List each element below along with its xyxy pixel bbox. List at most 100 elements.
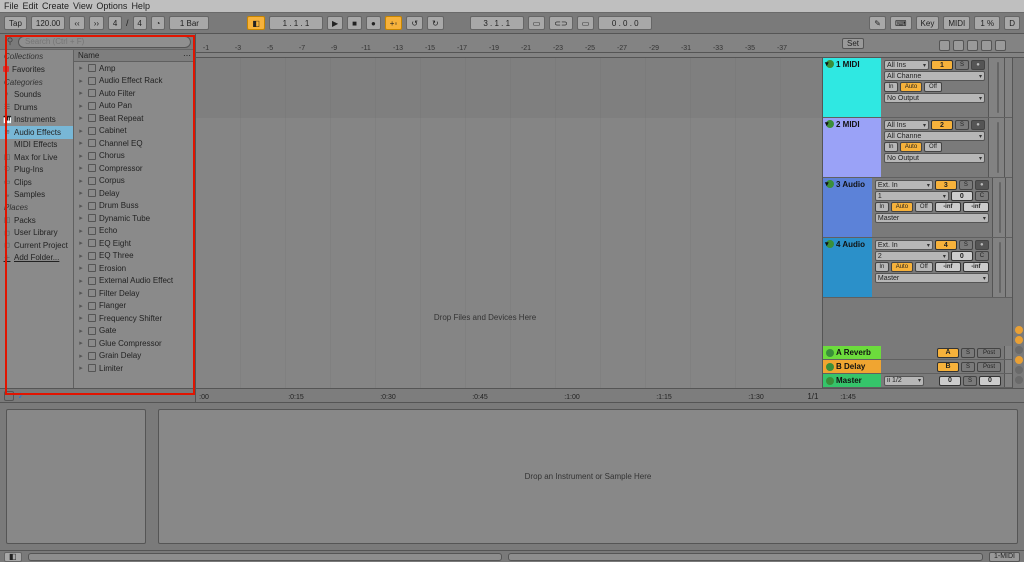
- expand-icon[interactable]: [77, 214, 85, 222]
- arrangement-grid[interactable]: Drop Files and Devices Here: [196, 58, 822, 388]
- expand-icon[interactable]: [77, 314, 85, 322]
- expand-icon[interactable]: [77, 189, 85, 197]
- key-map-button[interactable]: Key: [916, 16, 940, 30]
- io-dropdown[interactable]: 1: [875, 191, 949, 201]
- track-grip[interactable]: [1004, 58, 1012, 117]
- play-button[interactable]: ▶: [327, 16, 343, 30]
- device-cabinet[interactable]: Cabinet: [74, 125, 195, 138]
- expand-icon[interactable]: [77, 289, 85, 297]
- volume-meter[interactable]: [988, 58, 1004, 117]
- menu-create[interactable]: Create: [42, 1, 69, 11]
- device-compressor[interactable]: Compressor: [74, 162, 195, 175]
- loop-button[interactable]: ⊂⊃: [549, 16, 572, 30]
- volume-meter[interactable]: [992, 238, 1005, 297]
- place-add-folder[interactable]: ＋Add Folder...: [0, 252, 73, 265]
- device-amp[interactable]: Amp: [74, 62, 195, 75]
- place-packs[interactable]: ◫Packs: [0, 214, 73, 227]
- expand-icon[interactable]: [77, 202, 85, 210]
- punch-in-button[interactable]: ▭: [528, 16, 546, 30]
- timeline-ruler[interactable]: Set -1-3-5-7-9-11-13-15-17-19-21-23-25-2…: [196, 34, 1024, 58]
- menu-file[interactable]: File: [4, 1, 19, 11]
- track-grip[interactable]: [1005, 178, 1012, 237]
- locator-set-icon[interactable]: [953, 40, 964, 51]
- tempo-field[interactable]: 120.00: [31, 16, 65, 30]
- device-flanger[interactable]: Flanger: [74, 300, 195, 313]
- arm-button[interactable]: ●: [971, 120, 985, 130]
- track-header[interactable]: ▾2 MIDI: [823, 118, 881, 177]
- expand-icon[interactable]: [77, 327, 85, 335]
- category-plugins[interactable]: ⎋Plug-Ins: [0, 164, 73, 177]
- device-corpus[interactable]: Corpus: [74, 175, 195, 188]
- track-number[interactable]: 3: [935, 180, 957, 190]
- solo-button[interactable]: S: [955, 120, 969, 130]
- mixer-toggle-icon[interactable]: [1015, 356, 1023, 364]
- expand-icon[interactable]: [77, 302, 85, 310]
- device-dynamic-tube[interactable]: Dynamic Tube: [74, 212, 195, 225]
- monitor-auto[interactable]: Auto: [900, 142, 922, 152]
- io-dropdown[interactable]: Ext. In: [875, 240, 933, 250]
- category-samples[interactable]: ∿Samples: [0, 189, 73, 202]
- device-eq-eight[interactable]: EQ Eight: [74, 237, 195, 250]
- device-gate[interactable]: Gate: [74, 325, 195, 338]
- return-header[interactable]: B Delay: [823, 360, 881, 373]
- menu-view[interactable]: View: [73, 1, 92, 11]
- expand-icon[interactable]: [77, 139, 85, 147]
- expand-icon[interactable]: [77, 239, 85, 247]
- category-audio-effects[interactable]: ≋Audio Effects: [0, 126, 73, 139]
- track-number[interactable]: 2: [931, 120, 953, 130]
- menu-options[interactable]: Options: [96, 1, 127, 11]
- loop-start[interactable]: 3 . 1 . 1: [470, 16, 524, 30]
- automation-mode-icon[interactable]: [981, 40, 992, 51]
- send-a-val[interactable]: -inf: [935, 262, 961, 272]
- device-grain-delay[interactable]: Grain Delay: [74, 350, 195, 363]
- io-dropdown[interactable]: Master: [875, 273, 989, 283]
- monitor-off[interactable]: Off: [924, 142, 942, 152]
- expand-icon[interactable]: [77, 127, 85, 135]
- post-button[interactable]: Post: [977, 362, 1001, 372]
- expand-icon[interactable]: [77, 64, 85, 72]
- record-button[interactable]: ●: [366, 16, 381, 30]
- return-number[interactable]: B: [937, 362, 959, 372]
- monitor-auto[interactable]: Auto: [891, 202, 913, 212]
- expand-icon[interactable]: [77, 277, 85, 285]
- send-c[interactable]: C: [975, 191, 989, 201]
- expand-icon[interactable]: [77, 114, 85, 122]
- monitor-auto[interactable]: Auto: [900, 82, 922, 92]
- follow-button[interactable]: ◧: [247, 16, 265, 30]
- midi-map-button[interactable]: MIDI: [943, 16, 970, 30]
- io-dropdown[interactable]: All Channe: [884, 71, 985, 81]
- device-channel-eq[interactable]: Channel EQ: [74, 137, 195, 150]
- stop-button[interactable]: ■: [347, 16, 362, 30]
- menu-help[interactable]: Help: [131, 1, 150, 11]
- groove-pool-button[interactable]: [4, 391, 14, 401]
- track-grip[interactable]: [1004, 118, 1012, 177]
- device-chorus[interactable]: Chorus: [74, 150, 195, 163]
- device-glue-compressor[interactable]: Glue Compressor: [74, 337, 195, 350]
- device-audio-effect-rack[interactable]: Audio Effect Rack: [74, 75, 195, 88]
- punch-out-button[interactable]: ▭: [577, 16, 595, 30]
- track-header[interactable]: ▾1 MIDI: [823, 58, 881, 117]
- post-button[interactable]: Post: [977, 348, 1001, 358]
- locator-next-icon[interactable]: [967, 40, 978, 51]
- device-eq-three[interactable]: EQ Three: [74, 250, 195, 263]
- monitor-in[interactable]: In: [884, 82, 898, 92]
- computer-midi-button[interactable]: ⌨: [890, 16, 912, 30]
- device-auto-pan[interactable]: Auto Pan: [74, 100, 195, 113]
- device-external-audio-effect[interactable]: External Audio Effect: [74, 275, 195, 288]
- expand-icon[interactable]: [77, 339, 85, 347]
- solo-button[interactable]: S: [961, 348, 975, 358]
- expand-icon[interactable]: [77, 102, 85, 110]
- overdub-button[interactable]: +◦: [385, 16, 403, 30]
- io-dropdown[interactable]: 2: [875, 251, 949, 261]
- io-dropdown[interactable]: All Channe: [884, 131, 985, 141]
- category-max-for-live[interactable]: ◫Max for Live: [0, 151, 73, 164]
- master-number[interactable]: 0: [939, 376, 961, 386]
- track-number[interactable]: 1: [931, 60, 953, 70]
- device-limiter[interactable]: Limiter: [74, 362, 195, 375]
- arm-button[interactable]: ●: [975, 180, 989, 190]
- arm-button[interactable]: ●: [971, 60, 985, 70]
- device-drum-buss[interactable]: Drum Buss: [74, 200, 195, 213]
- loop-length[interactable]: 0 . 0 . 0: [598, 16, 652, 30]
- track-number[interactable]: 4: [935, 240, 957, 250]
- send-c[interactable]: C: [975, 251, 989, 261]
